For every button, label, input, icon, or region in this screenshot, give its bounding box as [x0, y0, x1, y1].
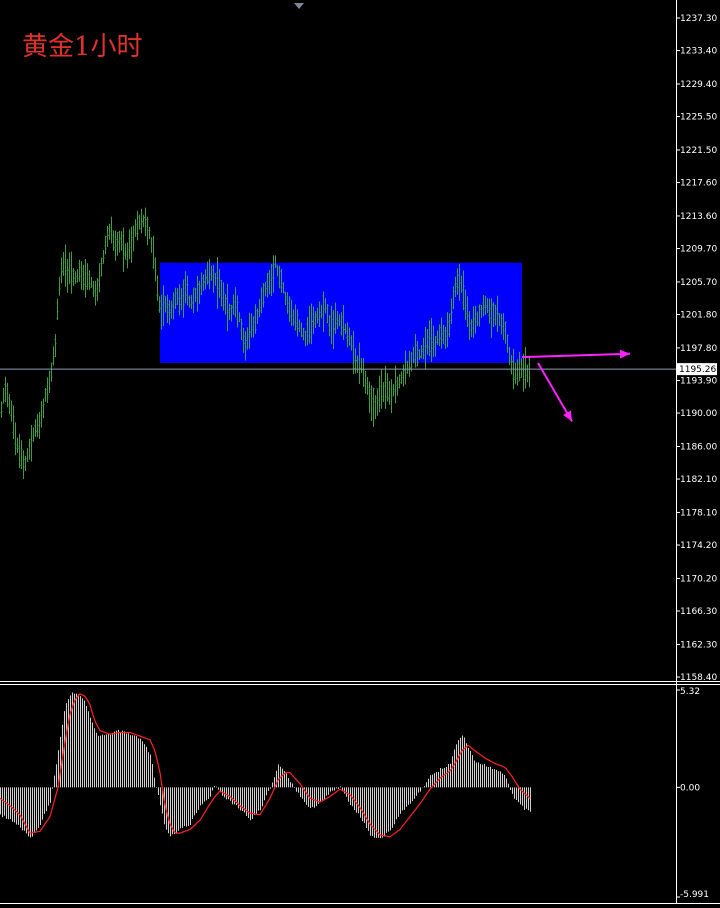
- price-tick-label: 1221.50: [680, 146, 717, 156]
- current-price-label: 1195.26: [679, 365, 716, 375]
- price-tick-label: 1217.60: [680, 179, 717, 189]
- osc-tick-label: -5.991: [680, 890, 709, 900]
- price-tick-label: 1209.70: [680, 245, 717, 255]
- price-tick-label: 1178.10: [680, 508, 717, 518]
- price-tick-label: 1174.20: [680, 541, 717, 551]
- chart-title: 黄金1小时: [22, 32, 143, 62]
- price-tick-label: 1237.30: [680, 14, 717, 24]
- price-tick-label: 1201.80: [680, 311, 717, 321]
- forecast-arrow-line-1: [521, 352, 631, 359]
- gold-hourly-chart: 黄金1小时 1237.30 1233.40 1229.40 1225.50 1221.5…: [0, 0, 720, 904]
- price-tick-label: 1170.20: [680, 574, 717, 584]
- price-tick-label: 1166.30: [680, 607, 717, 617]
- forecast-arrow-line-2: [537, 362, 573, 422]
- price-tick-label: 1229.40: [680, 80, 717, 90]
- price-tick-label: 1162.30: [680, 640, 717, 650]
- price-tick-label: 1186.00: [680, 442, 717, 452]
- price-tick-label: 1213.60: [680, 212, 717, 222]
- chart-canvas[interactable]: 1237.30 1233.40 1229.40 1225.50 1221.50 1217.…: [0, 0, 720, 904]
- osc-tick-label: 5.32: [680, 687, 700, 697]
- price-tick-label: 1225.50: [680, 113, 717, 123]
- price-tick-label: 1205.70: [680, 278, 717, 288]
- osc-tick-label: 0.00: [680, 783, 700, 793]
- chart-shift-marker-icon[interactable]: [294, 3, 304, 9]
- price-tick-label: 1193.90: [680, 376, 717, 386]
- price-tick-label: 1233.40: [680, 47, 717, 57]
- price-tick-label: 1158.40: [680, 673, 717, 683]
- forecast-arrowhead-1: [619, 349, 630, 359]
- price-tick-label: 1182.10: [680, 475, 717, 485]
- price-tick-label: 1197.80: [680, 344, 717, 354]
- price-tick-label: 1190.00: [680, 409, 717, 419]
